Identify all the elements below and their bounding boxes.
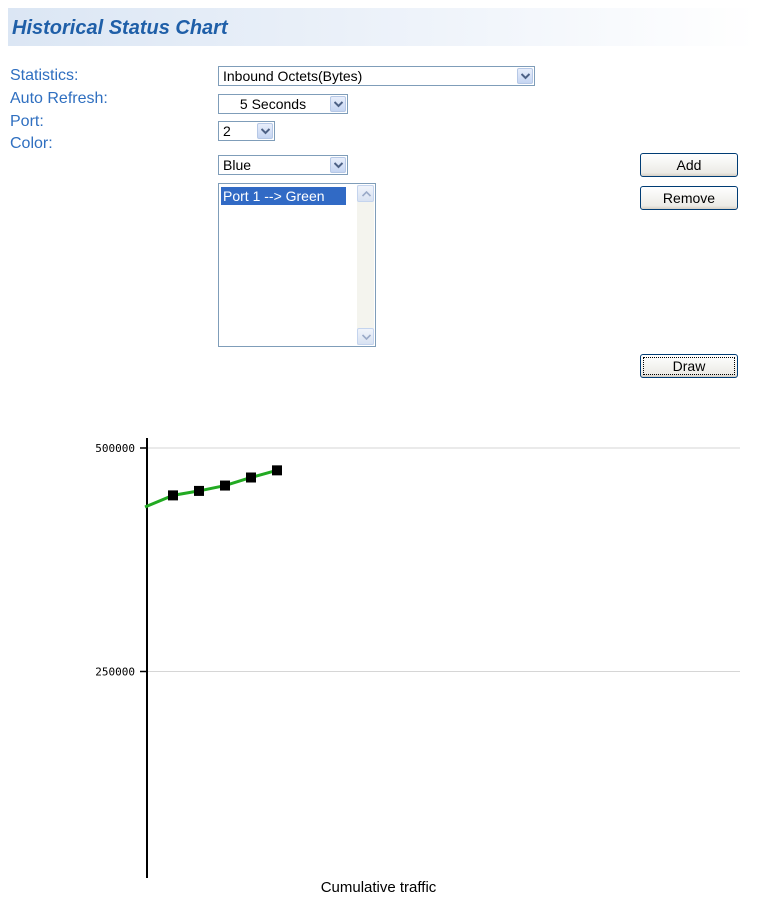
remove-button[interactable]: Remove <box>640 186 738 210</box>
port-value: 2 <box>223 123 231 139</box>
port-select[interactable]: 2 <box>218 121 275 141</box>
add-button[interactable]: Add <box>640 153 738 177</box>
statistics-value: Inbound Octets(Bytes) <box>223 68 363 84</box>
chevron-down-icon[interactable] <box>517 68 533 84</box>
auto-refresh-value: 5 Seconds <box>239 96 307 112</box>
chevron-down-icon[interactable] <box>257 123 273 139</box>
scroll-down-arrow-icon[interactable] <box>357 328 374 345</box>
data-point-marker <box>168 490 178 501</box>
statistics-select[interactable]: Inbound Octets(Bytes) <box>218 66 535 86</box>
list-item[interactable]: Port 1 --> Green <box>221 187 346 205</box>
draw-button-label: Draw <box>643 357 735 375</box>
auto-refresh-select[interactable]: 5 Seconds <box>218 94 348 114</box>
color-value: Blue <box>223 157 252 173</box>
color-label: Color: <box>10 135 53 152</box>
y-tick-label: 500000 <box>95 442 135 455</box>
data-point-marker <box>272 465 282 476</box>
page-title: Historical Status Chart <box>12 17 228 39</box>
draw-button[interactable]: Draw <box>640 354 738 378</box>
chevron-down-icon[interactable] <box>330 96 346 112</box>
chevron-down-icon[interactable] <box>330 157 346 173</box>
data-point-marker <box>194 485 204 496</box>
statistics-label: Statistics: <box>10 67 79 84</box>
port-label: Port: <box>10 113 44 130</box>
page-header: Historical Status Chart <box>8 8 757 46</box>
color-select[interactable]: Blue <box>218 155 348 175</box>
y-tick-label: 250000 <box>95 666 135 679</box>
data-point-marker <box>246 472 256 483</box>
scroll-up-arrow-icon[interactable] <box>357 185 374 202</box>
chart-title: Cumulative traffic <box>320 879 437 896</box>
series-listbox[interactable]: Port 1 --> Green <box>218 183 376 347</box>
auto-refresh-label: Auto Refresh: <box>10 90 108 107</box>
series-line <box>144 468 278 509</box>
listbox-scrollbar[interactable] <box>357 185 374 345</box>
traffic-chart: 250000 500000 <box>95 438 740 878</box>
data-point-marker <box>220 480 230 491</box>
